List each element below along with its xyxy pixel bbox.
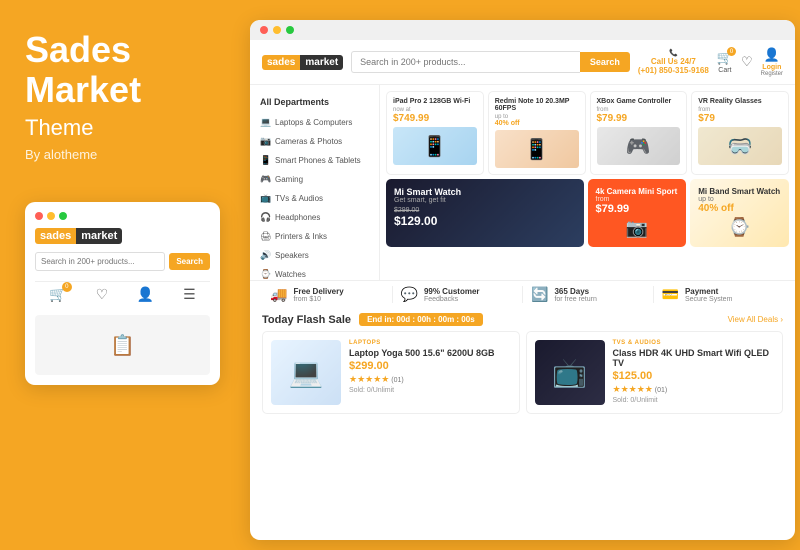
header-search: Search xyxy=(351,51,630,73)
desktop-main-products: iPad Pro 2 128GB Wi-Fi now at $749.99 📱 … xyxy=(380,85,795,280)
headphones-icon: 🎧 xyxy=(260,212,270,223)
header-search-button[interactable]: Search xyxy=(580,52,630,72)
mobile-preview-card: sades market Search 🛒 0 ♡ 👤 ☰ 📋 xyxy=(25,202,220,385)
vr-image: 🥽 xyxy=(698,127,782,165)
titlebar-dot-red xyxy=(260,26,268,34)
sidebar-item-watches[interactable]: ⌚ Watches xyxy=(250,265,379,280)
brand-subtitle: Theme xyxy=(25,115,220,141)
mobile-search-button[interactable]: Search xyxy=(169,253,210,270)
mobile-window-dots xyxy=(35,212,210,220)
feature-payment: 💳 Payment Secure System xyxy=(653,286,784,303)
dot-red xyxy=(35,212,43,220)
mobile-logo-market: market xyxy=(76,228,122,244)
cameras-icon: 📷 xyxy=(260,136,270,147)
flash-sale-title: Today Flash Sale xyxy=(262,314,351,326)
sidebar-item-tvs[interactable]: 📺 TVs & Audios xyxy=(250,189,379,208)
wishlist-icon-item[interactable]: ♡ xyxy=(741,54,753,71)
mobile-menu-icon[interactable]: ☰ xyxy=(183,286,196,303)
flash-products-grid: 💻 LAPTOPS Laptop Yoga 500 15.6" 6200U 8G… xyxy=(250,331,795,422)
speakers-icon: 🔊 xyxy=(260,250,270,261)
mobile-image-placeholder: 📋 xyxy=(35,315,210,375)
cart-icon-item[interactable]: 🛒 0 Cart xyxy=(717,50,733,74)
titlebar-dot-yellow xyxy=(273,26,281,34)
left-branding-panel: Sades Market Theme By alotheme sades mar… xyxy=(0,0,245,550)
product-card-ipad[interactable]: iPad Pro 2 128GB Wi-Fi now at $749.99 📱 xyxy=(386,91,484,175)
header-logo-sades: sades xyxy=(262,55,300,70)
tvs-icon: 📺 xyxy=(260,193,270,204)
mobile-user-icon[interactable]: 👤 xyxy=(137,286,154,303)
header-logo-market: market xyxy=(300,55,343,70)
delivery-icon: 🚚 xyxy=(270,286,287,303)
sidebar-item-gaming[interactable]: 🎮 Gaming xyxy=(250,170,379,189)
flash-sale-bar: Today Flash Sale End in: 00d : 00h : 00m… xyxy=(250,308,795,331)
cart-badge: 0 xyxy=(727,47,736,56)
dot-yellow xyxy=(47,212,55,220)
product-card-miband[interactable]: Mi Band Smart Watch up to 40% off ⌚ xyxy=(690,179,789,247)
gaming-icon: 🎮 xyxy=(260,174,270,185)
mobile-search-row: Search xyxy=(35,252,210,271)
mobile-nav-row: 🛒 0 ♡ 👤 ☰ xyxy=(35,281,210,307)
header-call-info: 📞 Call Us 24/7 (+01) 850-315-9168 xyxy=(638,49,709,75)
printers-icon: 🖨 xyxy=(260,231,270,242)
user-icon: 👤 xyxy=(764,47,780,63)
desktop-header: sades market Search 📞 Call Us 24/7 (+01)… xyxy=(250,40,795,85)
mobile-logo-sades: sades xyxy=(35,228,76,244)
mobile-cart-icon[interactable]: 🛒 0 xyxy=(49,286,66,303)
xbox-image: 🎮 xyxy=(597,127,681,165)
account-icon-item[interactable]: 👤 Login Register xyxy=(761,47,783,77)
sidebar-item-speakers[interactable]: 🔊 Speakers xyxy=(250,246,379,265)
product-card-miwatch[interactable]: Mi Smart Watch Get smart, get fit $299.0… xyxy=(386,179,584,247)
heart-icon: ♡ xyxy=(741,54,753,70)
product-card-redmi[interactable]: Redmi Note 10 20.3MP 60FPS up to 40% off… xyxy=(488,91,586,175)
tv-flash-image: 📺 xyxy=(535,340,605,405)
redmi-image: 📱 xyxy=(495,130,579,168)
mobile-logo: sades market xyxy=(35,228,210,244)
content-with-sidebar: All Departments 💻 Laptops & Computers 📷 … xyxy=(250,85,795,280)
features-bar: 🚚 Free Delivery from $10 💬 99% Customer … xyxy=(250,280,795,308)
sidebar-item-smartphones[interactable]: 📱 Smart Phones & Tablets xyxy=(250,151,379,170)
sidebar-item-headphones[interactable]: 🎧 Headphones xyxy=(250,208,379,227)
flash-card-tv[interactable]: 📺 TVS & AUDIOS Class HDR 4K UHD Smart Wi… xyxy=(526,331,784,414)
returns-icon: 🔄 xyxy=(531,286,548,303)
feature-returns: 🔄 365 Days for free return xyxy=(522,286,653,303)
header-search-input[interactable] xyxy=(351,51,580,73)
flash-sale-view-all[interactable]: View All Deals › xyxy=(728,315,783,324)
brand-title: Sades Market xyxy=(25,30,220,109)
header-icons: 🛒 0 Cart ♡ 👤 Login Register xyxy=(717,47,783,77)
laptop-flash-image: 💻 xyxy=(271,340,341,405)
desktop-sidebar: All Departments 💻 Laptops & Computers 📷 … xyxy=(250,85,380,280)
sidebar-item-cameras[interactable]: 📷 Cameras & Photos xyxy=(250,132,379,151)
brand-by: By alotheme xyxy=(25,147,220,162)
watches-icon: ⌚ xyxy=(260,269,270,280)
flash-card-laptop[interactable]: 💻 LAPTOPS Laptop Yoga 500 15.6" 6200U 8G… xyxy=(262,331,520,414)
mobile-wishlist-icon[interactable]: ♡ xyxy=(96,286,109,303)
payment-icon: 💳 xyxy=(662,286,679,303)
product-card-vr[interactable]: VR Reality Glasses from $79 🥽 xyxy=(691,91,789,175)
feature-customer: 💬 99% Customer Feedbacks xyxy=(392,286,523,303)
dot-green xyxy=(59,212,67,220)
header-logo: sades market xyxy=(262,55,343,70)
desktop-titlebar xyxy=(250,20,795,40)
customer-icon: 💬 xyxy=(401,286,418,303)
feature-free-delivery: 🚚 Free Delivery from $10 xyxy=(262,286,392,303)
sidebar-item-printers[interactable]: 🖨 Printers & Inks xyxy=(250,227,379,246)
flash-sale-timer: End in: 00d : 00h : 00m : 00s xyxy=(359,313,483,326)
mobile-cart-badge: 0 xyxy=(62,282,72,292)
product-card-xbox[interactable]: XBox Game Controller from $79.99 🎮 xyxy=(590,91,688,175)
laptops-icon: 💻 xyxy=(260,117,270,128)
product-card-4kcam[interactable]: 4k Camera Mini Sport from $79.99 📷 xyxy=(588,179,687,247)
titlebar-dot-green xyxy=(286,26,294,34)
mobile-search-input[interactable] xyxy=(35,252,165,271)
sidebar-title: All Departments xyxy=(250,93,379,113)
sidebar-item-laptops[interactable]: 💻 Laptops & Computers xyxy=(250,113,379,132)
desktop-preview: sades market Search 📞 Call Us 24/7 (+01)… xyxy=(250,20,795,540)
ipad-image: 📱 xyxy=(393,127,477,165)
smartphones-icon: 📱 xyxy=(260,155,270,166)
